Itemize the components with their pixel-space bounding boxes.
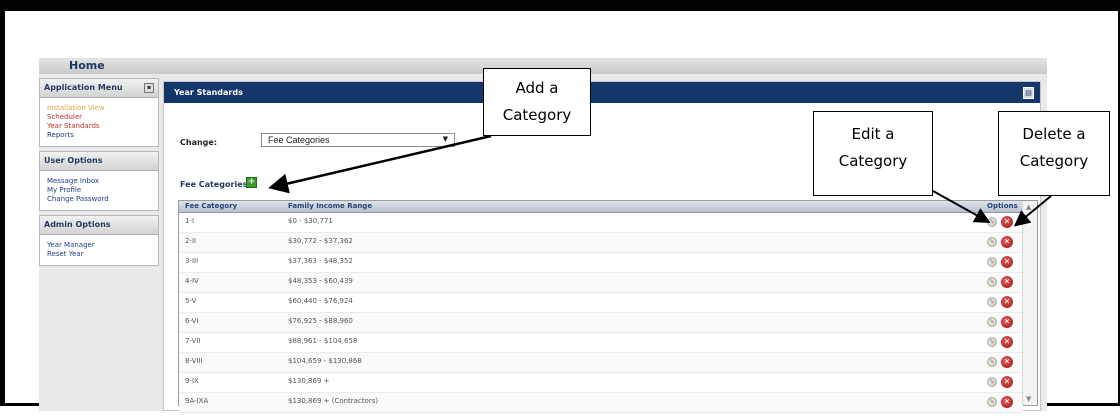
delete-icon[interactable]: ✕ (1001, 336, 1013, 348)
application-menu-panel: Application Menu ▪ Installation View Sch… (39, 78, 159, 147)
table-row: 1-I $0 - $30,771 ✎ ✕ (179, 213, 1023, 233)
admin-options-items: Year Manager Reset Year (40, 235, 158, 265)
table-row: 3-III $37,363 - $48,352 ✎ ✕ (179, 253, 1023, 273)
table-header: Fee Category Family Income Range Options (179, 201, 1023, 213)
admin-options-panel: Admin Options Year Manager Reset Year (39, 215, 159, 266)
screenshot-frame: Home Application Menu ▪ Installation Vie… (0, 0, 1120, 413)
edit-icon[interactable]: ✎ (987, 357, 997, 367)
income-range-cell: $37,363 - $48,352 (288, 257, 353, 265)
fee-category-cell: 9-IX (185, 377, 199, 385)
callout-delete-category: Delete a Category (998, 111, 1110, 196)
table-body: 1-I $0 - $30,771 ✎ ✕ 2-II $30,772 - $37,362 ✎ ✕… (179, 213, 1023, 413)
fee-category-cell: 4-IV (185, 277, 199, 285)
income-range-cell: $104,659 - $130,868 (288, 357, 362, 365)
delete-icon[interactable]: ✕ (1001, 256, 1013, 268)
income-range-cell: $88,961 - $104,658 (288, 337, 358, 345)
callout-edit-category: Edit a Category (813, 111, 933, 196)
fee-category-cell: 8-VIII (185, 357, 203, 365)
edit-icon[interactable]: ✎ (987, 297, 997, 307)
sidebar-item-reset-year[interactable]: Reset Year (47, 250, 152, 259)
income-range-cell: $30,772 - $37,362 (288, 237, 353, 245)
page-title: Year Standards (174, 88, 243, 97)
collapse-icon[interactable]: ▪ (144, 83, 154, 93)
application-menu-header: Application Menu ▪ (40, 79, 158, 98)
income-range-cell: $130,869 + (288, 377, 330, 385)
callout-add-category: Add a Category (483, 68, 591, 136)
callout-delete-line-2: Category (1019, 152, 1089, 170)
edit-icon[interactable]: ✎ (987, 277, 997, 287)
sidebar-item-message-inbox[interactable]: Message Inbox (47, 177, 152, 186)
callout-edit-line-2: Category (838, 152, 908, 170)
edit-icon[interactable]: ✎ (987, 217, 997, 227)
income-range-cell: $0 - $30,771 (288, 217, 333, 225)
sidebar-item-year-manager[interactable]: Year Manager (47, 241, 152, 250)
fee-category-cell: 6-VI (185, 317, 199, 325)
user-options-panel: User Options Message Inbox My Profile Ch… (39, 151, 159, 211)
fee-category-cell: 2-II (185, 237, 197, 245)
edit-icon[interactable]: ✎ (987, 237, 997, 247)
sidebar-item-change-password[interactable]: Change Password (47, 195, 152, 204)
user-options-items: Message Inbox My Profile Change Password (40, 171, 158, 210)
sidebar-item-my-profile[interactable]: My Profile (47, 186, 152, 195)
edit-icon[interactable]: ✎ (987, 337, 997, 347)
delete-icon[interactable]: ✕ (1001, 396, 1013, 408)
table-row: 4-IV $48,353 - $60,439 ✎ ✕ (179, 273, 1023, 293)
edit-icon[interactable]: ✎ (987, 317, 997, 327)
callout-edit-line-1: Edit a (851, 125, 895, 143)
sidebar: Application Menu ▪ Installation View Sch… (39, 78, 159, 270)
income-range-cell: $76,925 - $88,960 (288, 317, 353, 325)
table-row: 9A-IXA $130,869 + (Contractors) ✎ ✕ (179, 393, 1023, 413)
table-row: 7-VII $88,961 - $104,658 ✎ ✕ (179, 333, 1023, 353)
application-menu-title: Application Menu (44, 83, 123, 92)
income-range-cell: $60,440 - $76,924 (288, 297, 353, 305)
delete-icon[interactable]: ✕ (1001, 236, 1013, 248)
add-category-icon[interactable]: + (246, 177, 257, 188)
table-row: 9-IX $130,869 + ✎ ✕ (179, 373, 1023, 393)
scroll-down-icon[interactable]: ▼ (1026, 395, 1031, 403)
delete-icon[interactable]: ✕ (1001, 376, 1013, 388)
dropdown-arrow-icon: ▼ (442, 135, 448, 143)
scroll-up-icon[interactable]: ▲ (1026, 203, 1031, 211)
change-label: Change: (180, 138, 218, 147)
header-fee-category[interactable]: Fee Category (185, 202, 237, 210)
table-scrollbar[interactable]: ▲ ▼ (1022, 201, 1037, 405)
callout-add-line-1: Add a (515, 79, 559, 97)
admin-options-header: Admin Options (40, 216, 158, 235)
header-options: Options (987, 202, 1018, 210)
fee-category-cell: 3-III (185, 257, 199, 265)
fee-categories-label: Fee Categories: (180, 180, 251, 189)
income-range-cell: $48,353 - $60,439 (288, 277, 353, 285)
table-row: 5-V $60,440 - $76,924 ✎ ✕ (179, 293, 1023, 313)
export-icon[interactable]: ▤ (1023, 87, 1034, 99)
change-select-value: Fee Categories (268, 135, 330, 145)
edit-icon[interactable]: ✎ (987, 377, 997, 387)
sidebar-item-scheduler[interactable]: Scheduler (47, 113, 152, 122)
delete-icon[interactable]: ✕ (1001, 276, 1013, 288)
table-row: 8-VIII $104,659 - $130,868 ✎ ✕ (179, 353, 1023, 373)
header-family-income-range[interactable]: Family Income Range (288, 202, 372, 210)
fee-category-cell: 9A-IXA (185, 397, 209, 405)
delete-icon[interactable]: ✕ (1001, 356, 1013, 368)
fee-category-cell: 5-V (185, 297, 197, 305)
delete-icon[interactable]: ✕ (1001, 216, 1013, 228)
application-menu-items: Installation View Scheduler Year Standar… (40, 98, 158, 146)
delete-icon[interactable]: ✕ (1001, 296, 1013, 308)
main-header: Year Standards ▤ (164, 82, 1040, 103)
sidebar-item-reports[interactable]: Reports (47, 131, 152, 140)
callout-add-line-2: Category (502, 106, 572, 124)
fee-category-cell: 7-VII (185, 337, 201, 345)
home-link[interactable]: Home (69, 59, 105, 72)
income-range-cell: $130,869 + (Contractors) (288, 397, 379, 405)
edit-icon[interactable]: ✎ (987, 257, 997, 267)
sidebar-item-year-standards[interactable]: Year Standards (47, 122, 152, 131)
table-row: 2-II $30,772 - $37,362 ✎ ✕ (179, 233, 1023, 253)
sidebar-item-installation-view[interactable]: Installation View (47, 104, 152, 113)
fee-category-cell: 1-I (185, 217, 195, 225)
change-select[interactable]: Fee Categories ▼ (261, 133, 455, 147)
fee-category-table: Fee Category Family Income Range Options… (178, 200, 1038, 413)
table-row: 6-VI $76,925 - $88,960 ✎ ✕ (179, 313, 1023, 333)
callout-delete-line-1: Delete a (1022, 125, 1086, 143)
user-options-header: User Options (40, 152, 158, 171)
delete-icon[interactable]: ✕ (1001, 316, 1013, 328)
